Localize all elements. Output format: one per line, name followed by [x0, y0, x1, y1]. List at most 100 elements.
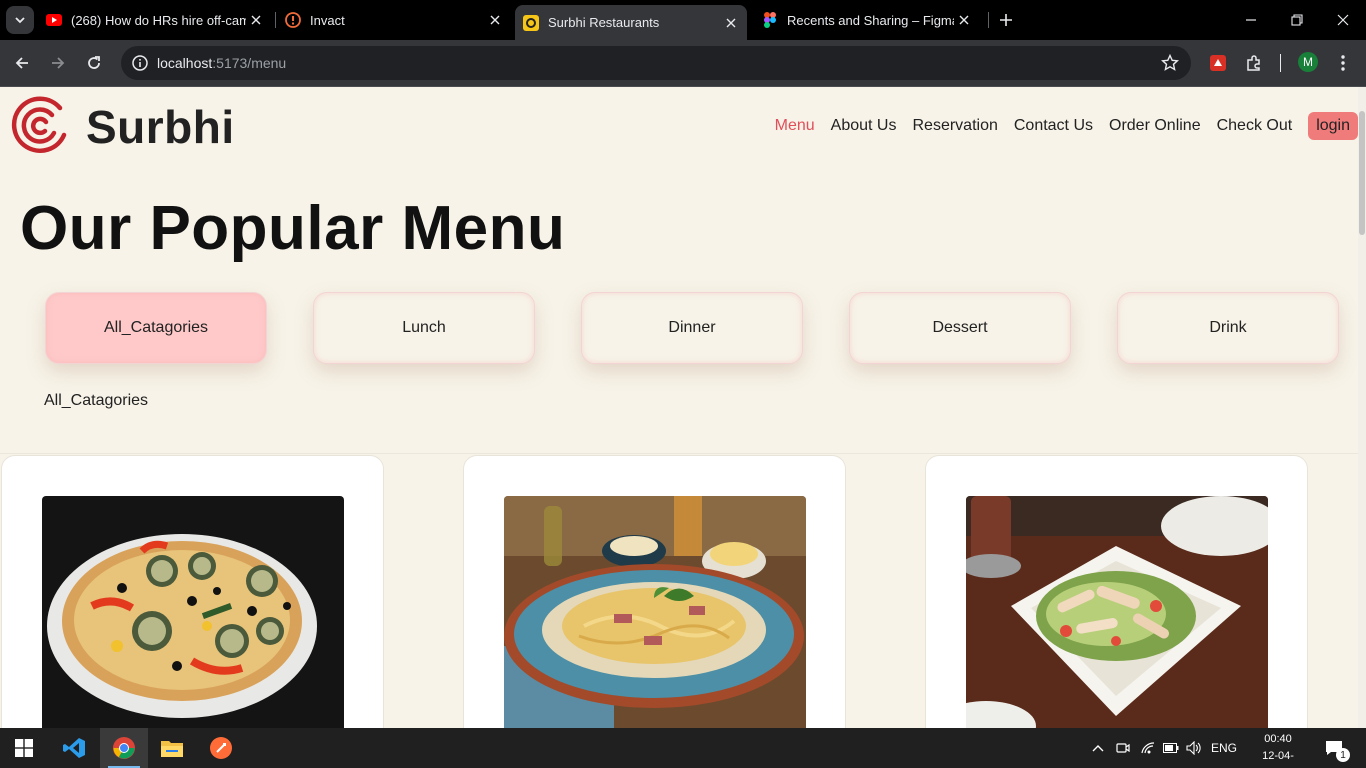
- browser-menu-button[interactable]: [1330, 50, 1356, 76]
- windows-logo-icon: [15, 739, 33, 757]
- menu-card[interactable]: [1, 455, 384, 728]
- arrow-right-icon: [52, 57, 65, 69]
- camera-icon: [1116, 743, 1130, 753]
- new-tab-button[interactable]: [994, 8, 1018, 32]
- reload-icon: [88, 56, 100, 69]
- pizza-image: [42, 496, 344, 728]
- plus-icon: [1000, 14, 1012, 26]
- folder-icon: [161, 741, 183, 757]
- bookmark-star-icon[interactable]: [1161, 54, 1179, 72]
- vscode-icon: [63, 738, 85, 758]
- tab-title: Invact: [310, 12, 345, 28]
- tab-figma[interactable]: Recents and Sharing – Figma: [762, 0, 980, 40]
- chevron-down-icon: [15, 17, 25, 24]
- url-host: localhost: [157, 55, 213, 71]
- profile-avatar[interactable]: M: [1298, 52, 1318, 72]
- surbhi-favicon: [523, 14, 539, 31]
- vscode-taskbar-button[interactable]: [50, 728, 98, 768]
- tab-title: Recents and Sharing – Figma: [787, 12, 954, 28]
- notification-count-badge: 1: [1336, 748, 1350, 762]
- arrow-left-icon: [15, 57, 28, 69]
- login-button[interactable]: login: [1308, 112, 1358, 140]
- site-info-icon[interactable]: [131, 54, 149, 72]
- clock[interactable]: 00:40 12-04-2024: [1250, 731, 1306, 768]
- postman-icon: [210, 737, 232, 759]
- postman-taskbar-button[interactable]: [197, 728, 245, 768]
- url-text: localhost:5173/menu: [157, 55, 286, 71]
- category-lunch-button[interactable]: Lunch: [313, 292, 535, 364]
- file-explorer-taskbar-button[interactable]: [148, 728, 196, 768]
- youtube-icon: [46, 12, 62, 28]
- volume-button[interactable]: [1184, 728, 1204, 768]
- salad-image: [966, 496, 1268, 728]
- tab-invact[interactable]: Invact: [285, 0, 511, 40]
- language-indicator[interactable]: ENG: [1208, 728, 1240, 768]
- meet-now-button[interactable]: [1113, 728, 1133, 768]
- scroll-thumb[interactable]: [1359, 111, 1365, 235]
- chevron-up-icon: [1092, 745, 1104, 752]
- nav-about-us[interactable]: About Us: [831, 117, 897, 135]
- category-all-button[interactable]: All_Catagories: [45, 292, 267, 364]
- show-hidden-icons-button[interactable]: [1088, 728, 1108, 768]
- menu-card[interactable]: [463, 455, 846, 728]
- chrome-taskbar-button[interactable]: [100, 728, 148, 768]
- restore-button[interactable]: [1274, 0, 1320, 40]
- puzzle-icon: [1247, 55, 1260, 71]
- category-dinner-button[interactable]: Dinner: [581, 292, 803, 364]
- tab-title: (268) How do HRs hire off-camp: [71, 12, 246, 28]
- close-icon[interactable]: [246, 10, 266, 30]
- figma-icon: [762, 12, 778, 28]
- reload-button[interactable]: [81, 50, 107, 76]
- close-icon[interactable]: [954, 10, 974, 30]
- back-button[interactable]: [9, 50, 35, 76]
- page-title: Our Popular Menu: [20, 194, 566, 263]
- nav-check-out[interactable]: Check Out: [1217, 117, 1293, 135]
- tab-title: Surbhi Restaurants: [548, 15, 660, 30]
- tab-search-button[interactable]: [6, 6, 34, 34]
- more-vertical-icon: [1341, 55, 1345, 71]
- extension-button[interactable]: [1205, 50, 1231, 76]
- close-window-button[interactable]: [1320, 0, 1366, 40]
- nav-menu[interactable]: Menu: [775, 117, 815, 135]
- tab-youtube[interactable]: (268) How do HRs hire off-camp: [46, 0, 272, 40]
- close-icon: [1337, 14, 1349, 26]
- battery-icon: [1163, 743, 1179, 753]
- invact-icon: [285, 12, 301, 28]
- page-scrollbar[interactable]: [1358, 87, 1366, 728]
- nav-order-online[interactable]: Order Online: [1109, 117, 1201, 135]
- tab-surbhi-active[interactable]: Surbhi Restaurants: [515, 5, 747, 40]
- clock-time: 00:40: [1264, 733, 1292, 745]
- battery-button[interactable]: [1161, 728, 1181, 768]
- brand[interactable]: Surbhi: [8, 95, 235, 159]
- notification-center-button[interactable]: 1: [1318, 728, 1350, 768]
- main-nav: Menu About Us Reservation Contact Us Ord…: [759, 112, 1358, 140]
- browser-tab-bar: (268) How do HRs hire off-camp Invact Su…: [0, 0, 1366, 40]
- tab-divider: [275, 12, 276, 28]
- restore-icon: [1291, 14, 1303, 26]
- network-button[interactable]: [1138, 728, 1158, 768]
- extensions-menu-button[interactable]: [1241, 50, 1267, 76]
- category-dessert-button[interactable]: Dessert: [849, 292, 1071, 364]
- forward-button[interactable]: [45, 50, 71, 76]
- minimize-icon: [1246, 19, 1256, 21]
- nav-contact-us[interactable]: Contact Us: [1014, 117, 1093, 135]
- toolbar-divider: [1280, 54, 1281, 72]
- minimize-button[interactable]: [1228, 0, 1274, 40]
- category-drink-button[interactable]: Drink: [1117, 292, 1339, 364]
- address-bar[interactable]: localhost:5173/menu: [121, 46, 1191, 80]
- menu-card[interactable]: [925, 455, 1308, 728]
- close-icon[interactable]: [485, 10, 505, 30]
- tab-divider: [988, 12, 989, 28]
- chrome-icon: [113, 737, 135, 759]
- url-path: :5173/menu: [212, 55, 287, 71]
- close-icon[interactable]: [721, 13, 741, 33]
- start-button[interactable]: [0, 728, 48, 768]
- page-content: Surbhi Menu About Us Reservation Contact…: [0, 87, 1366, 728]
- extension-red-icon: [1210, 55, 1226, 71]
- pasta-image: [504, 496, 806, 728]
- selected-category-label: All_Catagories: [44, 392, 149, 409]
- nav-reservation[interactable]: Reservation: [912, 117, 997, 135]
- menu-cards: [0, 453, 1366, 728]
- speaker-icon: [1186, 741, 1201, 755]
- surbhi-logo-icon: [11, 96, 67, 153]
